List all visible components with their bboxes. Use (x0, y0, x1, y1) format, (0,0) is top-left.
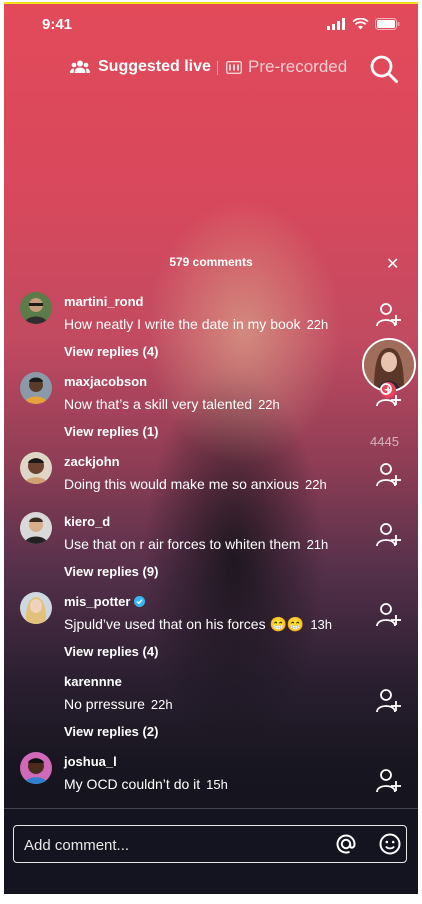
emoji-icon[interactable] (378, 832, 402, 856)
like-count: 4445 (370, 434, 399, 449)
top-accent-line (4, 2, 418, 4)
comment-time: 13h (310, 617, 333, 632)
comment-username[interactable]: maxjacobson (64, 374, 147, 389)
comment-username[interactable]: zackjohn (64, 454, 120, 469)
comment-time: 22h (306, 317, 329, 332)
video-list-icon (226, 60, 242, 74)
comment-text: How neatly I write the date in my book 22… (64, 316, 329, 332)
top-nav: Suggested live Pre-recorded (4, 52, 418, 84)
comment-time: 22h (150, 697, 173, 712)
comment-text: No prressure 22h (64, 696, 173, 712)
comment-text: Use that on r air forces to whiten them 2… (64, 536, 329, 552)
add-user-icon[interactable] (376, 602, 402, 628)
view-replies-link[interactable]: View replies (4) (64, 644, 158, 659)
comment-text: Sjpuld’ve used that on his forces 😁😁 13h (64, 616, 333, 632)
nav-divider (217, 61, 218, 75)
status-icons (327, 18, 400, 30)
avatar[interactable] (20, 452, 52, 484)
comment-username[interactable]: karennne (64, 674, 122, 689)
comment-composer (4, 808, 418, 894)
comment-time: 21h (306, 537, 329, 552)
comment-text: Doing this would make me so anxious 22h (64, 476, 327, 492)
status-time: 9:41 (42, 16, 73, 33)
tab-suggested-live[interactable]: Suggested live (70, 58, 211, 76)
view-replies-link[interactable]: View replies (4) (64, 344, 158, 359)
people-icon (70, 60, 90, 73)
avatar[interactable] (20, 292, 52, 324)
wifi-icon (352, 18, 369, 30)
view-replies-link[interactable]: View replies (9) (64, 564, 158, 579)
view-replies-link[interactable]: View replies (1) (64, 424, 158, 439)
avatar[interactable] (20, 592, 52, 624)
tab-pre-recorded[interactable]: Pre-recorded (226, 57, 347, 77)
comment-username[interactable]: mis_potter (64, 594, 146, 609)
battery-icon (375, 18, 400, 30)
signal-icon (327, 18, 345, 30)
add-user-icon[interactable] (376, 382, 402, 408)
avatar[interactable] (20, 372, 52, 404)
view-replies-link[interactable]: View replies (2) (64, 724, 158, 739)
status-bar: 9:41 (4, 12, 418, 36)
mention-icon[interactable] (334, 832, 358, 856)
comment-input-box (13, 825, 407, 863)
comment-input[interactable] (22, 833, 326, 857)
comments-count-title: 579 comments (169, 255, 253, 269)
add-user-icon[interactable] (376, 688, 402, 714)
add-user-icon[interactable] (376, 302, 402, 328)
add-user-icon[interactable] (376, 462, 402, 488)
add-user-icon[interactable] (376, 768, 402, 794)
verified-badge-icon (134, 596, 146, 607)
comment-time: 15h (206, 777, 228, 792)
search-icon[interactable] (369, 54, 399, 84)
comment-text: My OCD couldn’t do it 15h (64, 776, 228, 792)
avatar[interactable] (20, 752, 52, 784)
comment-username[interactable]: joshua_l (64, 754, 117, 769)
close-icon[interactable]: ✕ (386, 254, 399, 274)
comment-time: 22h (258, 397, 280, 412)
comment-time: 22h (305, 477, 327, 492)
comment-username[interactable]: martini_rond (64, 294, 143, 309)
avatar[interactable] (20, 512, 52, 544)
live-screen: 9:41 Suggested live Pre-recorded 579 com… (4, 2, 418, 894)
tab-pre-recorded-label: Pre-recorded (248, 57, 348, 76)
add-user-icon[interactable] (376, 522, 402, 548)
comment-text: Now that’s a skill very talented 22h (64, 396, 280, 412)
tab-suggested-live-label: Suggested live (98, 58, 211, 75)
comment-username[interactable]: kiero_d (64, 514, 110, 529)
